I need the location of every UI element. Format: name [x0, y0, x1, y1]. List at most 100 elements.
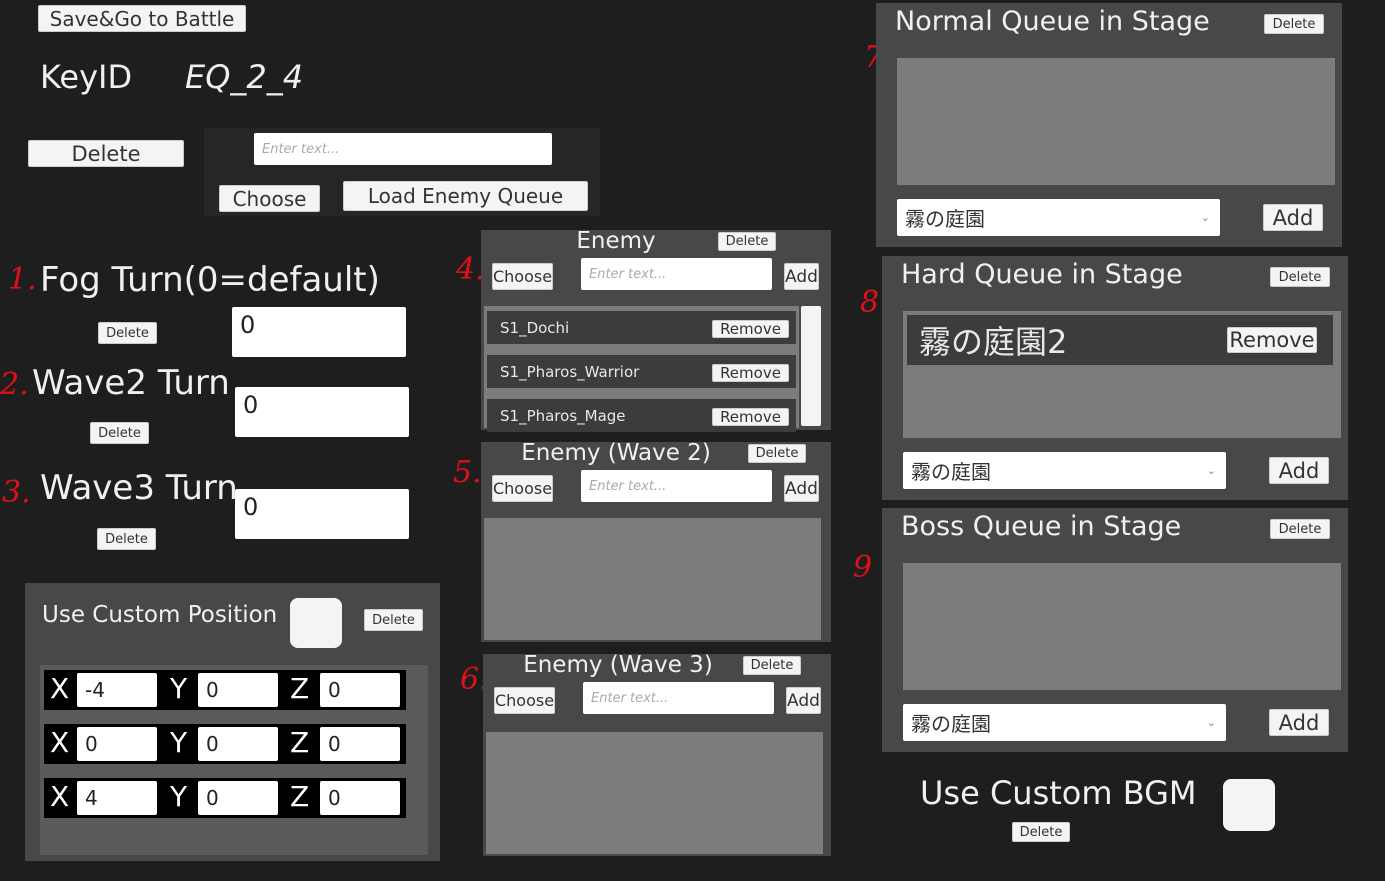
- enemy-input[interactable]: Enter text...: [583, 682, 774, 714]
- queue-select[interactable]: 霧の庭園 ⌄: [897, 199, 1220, 236]
- queue-delete-button[interactable]: Delete: [1264, 14, 1324, 34]
- annotation: 5.: [453, 455, 482, 490]
- queue-panel: Boss Queue in Stage Delete 霧の庭園 ⌄ Add: [882, 508, 1348, 752]
- position-x-input[interactable]: 0: [77, 727, 157, 761]
- enemy-add-button[interactable]: Add: [784, 263, 819, 290]
- queue-list: [903, 563, 1341, 690]
- enemy-panel: Enemy (Wave 2) Delete Choose Enter text.…: [481, 440, 831, 642]
- enemy-add-button[interactable]: Add: [784, 475, 819, 502]
- placeholder: Enter text...: [591, 690, 669, 706]
- queue-title: Boss Queue in Stage: [901, 511, 1182, 542]
- queue-item-name: 霧の庭園2: [919, 323, 1068, 361]
- delete-button[interactable]: Delete: [28, 140, 184, 167]
- enemy-choose-button[interactable]: Choose: [492, 263, 553, 290]
- custom-position-delete-button[interactable]: Delete: [364, 609, 423, 631]
- axis-label: Z: [290, 780, 310, 813]
- chevron-down-icon: ⌄: [1200, 211, 1210, 224]
- chevron-down-icon: ⌄: [1206, 464, 1216, 477]
- enemy-panel-title: Enemy (Wave 3): [523, 652, 713, 678]
- annotation: 8: [860, 285, 880, 320]
- list-item: 霧の庭園2 Remove: [907, 315, 1333, 365]
- remove-button[interactable]: Remove: [712, 364, 789, 382]
- queue-list: [897, 58, 1335, 185]
- placeholder: Enter text...: [262, 141, 340, 157]
- enemy-delete-button[interactable]: Delete: [748, 444, 806, 463]
- enemy-delete-button[interactable]: Delete: [743, 656, 801, 675]
- wave2-turn-input[interactable]: 0: [235, 387, 409, 437]
- fog-turn-input[interactable]: 0: [232, 307, 406, 357]
- wave2-turn-label: Wave2 Turn: [32, 363, 230, 403]
- position-z-input[interactable]: 0: [320, 727, 400, 761]
- queue-title: Normal Queue in Stage: [895, 6, 1210, 37]
- custom-position-checkbox[interactable]: [290, 598, 342, 648]
- axis-label: Y: [170, 780, 188, 813]
- axis-label: X: [50, 780, 70, 813]
- wave2-turn-delete-button[interactable]: Delete: [90, 422, 149, 444]
- remove-button[interactable]: Remove: [712, 320, 789, 338]
- custom-bgm-checkbox[interactable]: [1223, 779, 1275, 831]
- queue-select[interactable]: 霧の庭園 ⌄: [903, 452, 1226, 489]
- axis-label: X: [50, 726, 70, 759]
- annotation: 9: [853, 550, 873, 585]
- wave3-turn-input[interactable]: 0: [235, 489, 409, 539]
- enemy-list: [484, 518, 821, 640]
- enemy-input[interactable]: Enter text...: [581, 470, 772, 502]
- enemy-choose-button[interactable]: Choose: [492, 475, 553, 502]
- position-y-input[interactable]: 0: [198, 727, 278, 761]
- queue-delete-button[interactable]: Delete: [1270, 267, 1330, 287]
- position-row: X -4 Y 0 Z 0: [44, 670, 406, 710]
- position-z-input[interactable]: 0: [320, 673, 400, 707]
- enemy-input[interactable]: Enter text...: [581, 258, 772, 290]
- enemy-panel: Enemy (Wave 3) Delete Choose Enter text.…: [483, 652, 831, 856]
- annotation: 2.: [0, 367, 29, 402]
- queue-add-button[interactable]: Add: [1263, 204, 1323, 231]
- enemy-name: S1_Pharos_Mage: [500, 406, 626, 425]
- custom-bgm-label: Use Custom BGM: [920, 774, 1197, 812]
- position-row: X0Y0Z0: [44, 724, 406, 764]
- selected-value: 霧の庭園: [911, 460, 991, 484]
- queue-add-button[interactable]: Add: [1269, 709, 1329, 736]
- custom-position-label: Use Custom Position: [42, 602, 278, 628]
- load-queue-input[interactable]: Enter text...: [254, 133, 552, 165]
- position-x-input[interactable]: -4: [77, 673, 157, 707]
- enemy-panel: Enemy Delete Choose Enter text... Add S1…: [481, 228, 831, 432]
- list-item: S1_Pharos_Warrior Remove: [487, 355, 796, 388]
- enemy-add-button[interactable]: Add: [786, 687, 821, 714]
- position-y-input[interactable]: 0: [198, 673, 278, 707]
- scrollbar[interactable]: [801, 306, 821, 426]
- axis-label: Z: [290, 726, 310, 759]
- wave3-turn-label: Wave3 Turn: [40, 468, 238, 508]
- enemy-list: S1_Dochi Remove S1_Pharos_Warrior Remove…: [484, 306, 799, 432]
- keyid-label: KeyID: [40, 58, 133, 96]
- enemy-panel-title: Enemy (Wave 2): [521, 440, 711, 466]
- list-item: S1_Dochi Remove: [487, 311, 796, 344]
- position-y-input[interactable]: 0: [198, 781, 278, 815]
- queue-panel: Normal Queue in Stage Delete 霧の庭園 ⌄ Add: [876, 3, 1342, 247]
- placeholder: Enter text...: [589, 266, 667, 282]
- list-item: S1_Pharos_Mage Remove: [487, 399, 796, 432]
- fog-turn-label: Fog Turn(0=default): [40, 260, 380, 300]
- enemy-choose-button[interactable]: Choose: [494, 687, 555, 714]
- axis-label: Y: [170, 672, 188, 705]
- queue-title: Hard Queue in Stage: [901, 259, 1183, 290]
- queue-add-button[interactable]: Add: [1269, 457, 1329, 484]
- axis-label: X: [50, 672, 70, 705]
- queue-panel: Hard Queue in Stage Delete 霧の庭園2 Remove …: [882, 256, 1348, 500]
- placeholder: Enter text...: [589, 478, 667, 494]
- custom-bgm-delete-button[interactable]: Delete: [1012, 822, 1070, 842]
- enemy-list: [486, 732, 823, 854]
- position-z-input[interactable]: 0: [320, 781, 400, 815]
- queue-delete-button[interactable]: Delete: [1270, 519, 1330, 539]
- enemy-delete-button[interactable]: Delete: [718, 232, 776, 251]
- choose-button[interactable]: Choose: [219, 185, 320, 212]
- annotation: 1.: [8, 262, 37, 297]
- remove-button[interactable]: Remove: [712, 408, 789, 426]
- save-go-to-battle-button[interactable]: Save&Go to Battle: [38, 5, 246, 32]
- enemy-name: S1_Pharos_Warrior: [500, 362, 640, 381]
- remove-button[interactable]: Remove: [1227, 327, 1317, 353]
- position-x-input[interactable]: 4: [77, 781, 157, 815]
- fog-turn-delete-button[interactable]: Delete: [98, 322, 157, 344]
- queue-select[interactable]: 霧の庭園 ⌄: [903, 704, 1226, 741]
- load-enemy-queue-button[interactable]: Load Enemy Queue: [343, 181, 588, 211]
- wave3-turn-delete-button[interactable]: Delete: [97, 528, 156, 550]
